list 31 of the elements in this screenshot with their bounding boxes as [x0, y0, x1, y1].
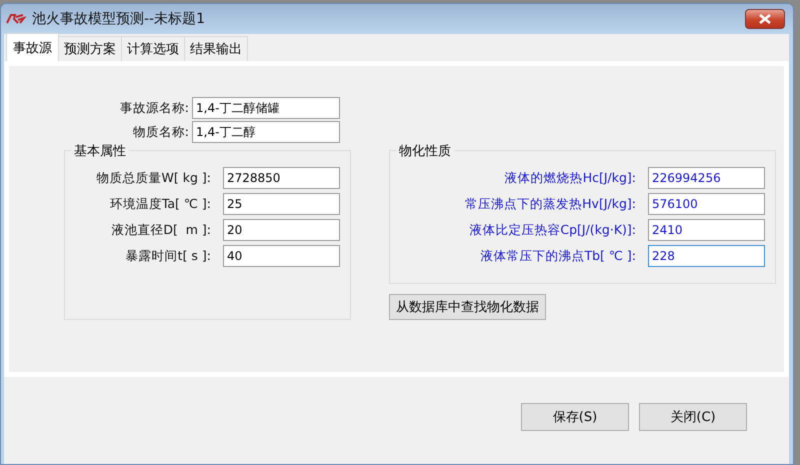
lookup-button[interactable]: 从数据库中查找物化数据 — [389, 294, 546, 320]
field-label: 暴露时间t[ s ]: — [126, 248, 212, 264]
field-label: 液体的燃烧热Hc[J/kg]: — [504, 170, 637, 186]
field-label: 物质名称: — [132, 124, 190, 140]
input-field[interactable]: 2728850 — [223, 167, 340, 189]
input-field[interactable]: 40 — [223, 245, 340, 267]
input-field[interactable]: 25 — [223, 193, 340, 215]
field-label: 液池直径D[ m ]: — [111, 222, 212, 238]
input-field[interactable]: 576100 — [648, 193, 765, 215]
input-field[interactable]: 226994256 — [648, 167, 765, 189]
input-field[interactable]: 20 — [223, 219, 340, 241]
dialog-button[interactable]: 保存(S) — [521, 403, 629, 431]
close-icon — [758, 14, 772, 24]
field-label: 常压沸点下的蒸发热Hv[J/kg]: — [465, 196, 637, 212]
app-logo-icon — [6, 14, 26, 24]
field-label: 物质总质量W[ kg ]: — [96, 170, 212, 186]
tab[interactable]: 事故源 — [6, 33, 59, 61]
field-label: 液体比定压热容Cp[J/(kg·K)]: — [469, 222, 637, 238]
group-title: 基本属性 — [71, 142, 129, 160]
input-field[interactable]: 1,4-丁二醇 — [192, 121, 340, 143]
group-title: 物化性质 — [396, 142, 454, 160]
input-field[interactable]: 228 — [648, 245, 765, 267]
field-label: 事故源名称: — [118, 100, 190, 116]
input-field[interactable]: 1,4-丁二醇储罐 — [192, 97, 340, 119]
input-field[interactable]: 2410 — [648, 219, 765, 241]
field-label: 液体常压下的沸点Tb[ ℃ ]: — [480, 248, 637, 264]
field-label: 环境温度Ta[ ℃ ]: — [110, 196, 212, 212]
window-title: 池火事故模型预测--未标题1 — [32, 10, 206, 28]
tab[interactable]: 结果输出 — [184, 36, 248, 61]
dialog-button[interactable]: 关闭(C) — [639, 403, 747, 431]
close-button[interactable] — [745, 9, 785, 29]
